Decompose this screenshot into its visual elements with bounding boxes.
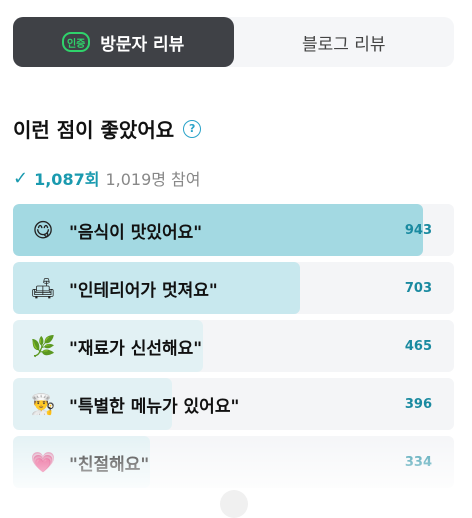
heart-emoji-icon: 💗 xyxy=(30,450,56,474)
leaf-emoji-icon: 🌿 xyxy=(30,334,56,358)
keyword-label: "특별한 메뉴가 있어요" xyxy=(69,396,240,417)
keyword-item[interactable]: 🛋 "인테리어가 멋져요" 703 xyxy=(13,262,454,314)
keyword-label: "인테리어가 멋져요" xyxy=(69,280,218,301)
keyword-count: 334 xyxy=(404,454,432,470)
question-circle-icon[interactable]: ? xyxy=(183,119,202,138)
section-header: 이런 점이 좋았어요 ? xyxy=(13,114,202,143)
keyword-label: "재료가 신선해요" xyxy=(69,338,203,359)
more-button[interactable] xyxy=(220,490,248,518)
section-title: 이런 점이 좋았어요 xyxy=(13,118,175,142)
keyword-item[interactable]: 👨‍🍳 "특별한 메뉴가 있어요" 396 xyxy=(13,378,454,430)
tab-visitor-reviews[interactable]: 인증 방문자 리뷰 xyxy=(13,17,234,67)
tab-blog-reviews-label: 블로그 리뷰 xyxy=(301,34,386,55)
chef-emoji-icon: 👨‍🍳 xyxy=(30,392,56,416)
keyword-item[interactable]: 😋 "음식이 맛있어요" 943 xyxy=(13,204,454,256)
keyword-item[interactable]: 🌿 "재료가 신선해요" 465 xyxy=(13,320,454,372)
participant-count: 1,019명 참여 xyxy=(105,170,201,189)
keyword-count: 396 xyxy=(404,396,432,412)
keyword-count: 943 xyxy=(404,222,432,238)
keyword-count: 465 xyxy=(404,338,432,354)
tasty-face-emoji-icon: 😋 xyxy=(32,218,54,242)
tab-visitor-reviews-label: 방문자 리뷰 xyxy=(100,34,185,55)
review-tabs: 인증 방문자 리뷰 블로그 리뷰 xyxy=(13,17,454,67)
keyword-list: 😋 "음식이 맛있어요" 943 🛋 "인테리어가 멋져요" 703 🌿 "재료… xyxy=(13,204,454,494)
vote-count: 1,087회 xyxy=(34,170,100,189)
keyword-label: "친절해요" xyxy=(69,454,150,475)
verified-badge: 인증 xyxy=(62,32,91,52)
keyword-label: "음식이 맛있어요" xyxy=(69,222,203,243)
keyword-count: 703 xyxy=(404,280,432,296)
tab-blog-reviews[interactable]: 블로그 리뷰 xyxy=(234,17,455,67)
check-icon: ✓ xyxy=(13,167,29,189)
sofa-emoji-icon: 🛋 xyxy=(30,276,56,300)
keyword-item[interactable]: 💗 "친절해요" 334 xyxy=(13,436,454,488)
stats-row: ✓ 1,087회 1,019명 참여 xyxy=(13,166,201,190)
